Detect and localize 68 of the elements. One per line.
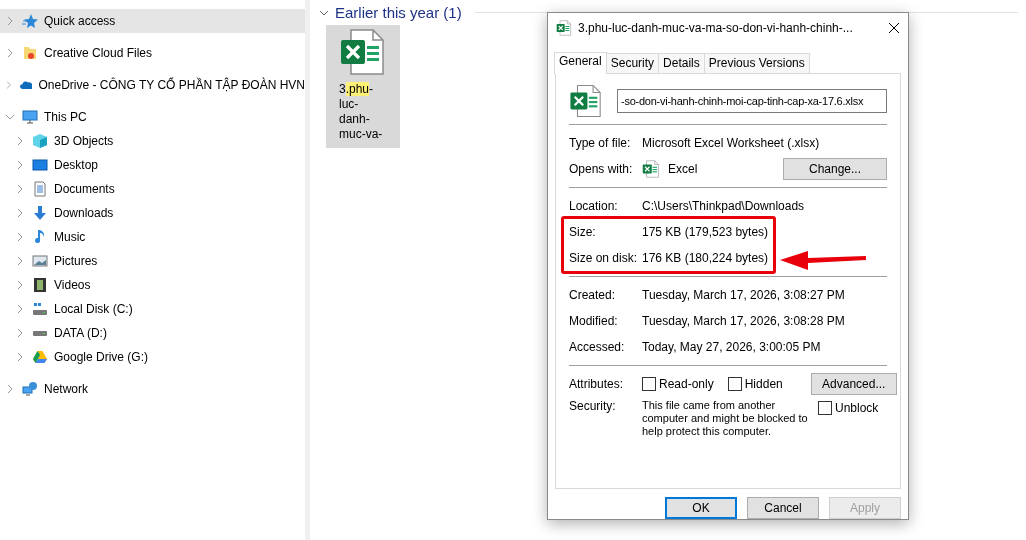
app-name: Excel <box>668 161 698 176</box>
nav-item[interactable]: DATA (D:) <box>0 321 305 345</box>
monitor-icon <box>22 109 38 125</box>
nav-item[interactable]: Downloads <box>0 201 305 225</box>
spreadsheet-icon <box>569 83 603 118</box>
property-value: C:\Users\Thinkpad\Downloads <box>642 198 805 213</box>
desktop-icon <box>32 157 48 173</box>
window-title: 3.phu-luc-danh-muc-va-ma-so-don-vi-hanh-chinh-... <box>578 20 854 35</box>
checkbox[interactable]: Read-only <box>642 376 714 391</box>
checkbox[interactable]: Unblock <box>818 400 879 415</box>
property-label: Accessed: <box>569 339 626 354</box>
nav-item[interactable]: Local Disk (C:) <box>0 297 305 321</box>
excel-icon <box>642 159 660 178</box>
close-icon[interactable] <box>888 21 900 34</box>
nav-item[interactable]: Documents <box>0 177 305 201</box>
file-name-field[interactable]: -so-don-vi-hanh-chinh-moi-cap-tinh-cap-xa-17.6.xlsx <box>617 88 887 113</box>
advanced-button[interactable]: Advanced... <box>810 372 897 395</box>
file-item[interactable]: 3.phu-luc-danh-muc-va- <box>326 25 400 148</box>
nav-item[interactable]: This PC <box>0 105 305 129</box>
dialog-button[interactable]: OK <box>665 497 737 519</box>
property-value: Tuesday, March 17, 2026, 3:08:27 PM <box>642 287 845 302</box>
nav-item[interactable]: Videos <box>0 273 305 297</box>
property-label: Security: <box>569 398 617 413</box>
property-label: Created: <box>569 287 617 302</box>
change-button[interactable]: Change... <box>783 157 887 180</box>
nav-item[interactable]: 3D Objects <box>0 129 305 153</box>
security-note: This file came from another computer and might be blocked to help protect this computer. <box>642 398 809 438</box>
file-name: 3.phu-luc-danh-muc-va- <box>339 82 384 142</box>
drive-icon <box>32 330 48 336</box>
property-value: 176 KB (180,224 bytes) <box>642 250 769 265</box>
nav-item[interactable]: Pictures <box>0 249 305 273</box>
property-value: Tuesday, March 17, 2026, 3:08:28 PM <box>642 313 845 328</box>
property-label: Location: <box>569 198 619 213</box>
nav-item[interactable]: Creative Cloud Files <box>0 41 305 65</box>
spreadsheet-icon <box>339 28 387 76</box>
property-label: Opens with: <box>569 161 634 176</box>
folder-icon <box>22 45 38 61</box>
nav-item[interactable]: Desktop <box>0 153 305 177</box>
property-label: Size: <box>569 224 597 239</box>
tab[interactable]: Security <box>605 52 660 73</box>
property-value: 175 KB (179,523 bytes) <box>642 224 769 239</box>
property-label: Modified: <box>569 313 619 328</box>
document-icon <box>32 181 48 197</box>
network-icon <box>22 381 38 397</box>
group-header[interactable]: Earlier this year (1) <box>335 4 462 21</box>
tab[interactable]: Previous Versions <box>703 52 810 73</box>
checkbox[interactable]: Hidden <box>727 376 783 391</box>
triangle-icon <box>32 349 48 365</box>
nav-item[interactable]: Network <box>0 377 305 401</box>
property-value: Microsoft Excel Worksheet (.xlsx) <box>642 135 820 150</box>
excel-icon <box>556 19 572 36</box>
nav-item[interactable]: Music <box>0 225 305 249</box>
nav-item[interactable]: Google Drive (G:) <box>0 345 305 369</box>
down-arrow-icon <box>32 205 48 221</box>
star-icon <box>22 13 38 29</box>
property-value: Today, May 27, 2026, 3:00:05 PM <box>642 339 821 354</box>
tab[interactable]: General <box>554 51 607 74</box>
film-icon <box>32 277 48 293</box>
property-label: Attributes: <box>569 376 625 391</box>
picture-icon <box>32 253 48 269</box>
tab[interactable]: Details <box>658 52 705 73</box>
dialog-button[interactable]: Cancel <box>747 497 819 519</box>
property-label: Size on disk: <box>569 250 639 265</box>
cube-icon <box>32 133 48 149</box>
property-label: Type of file: <box>569 135 632 150</box>
nav-item[interactable]: OneDrive - CÔNG TY CỔ PHẦN TẬP ĐOÀN HVN <box>0 73 305 97</box>
drive-icon <box>32 301 48 317</box>
nav-item[interactable]: Quick access <box>0 9 305 33</box>
